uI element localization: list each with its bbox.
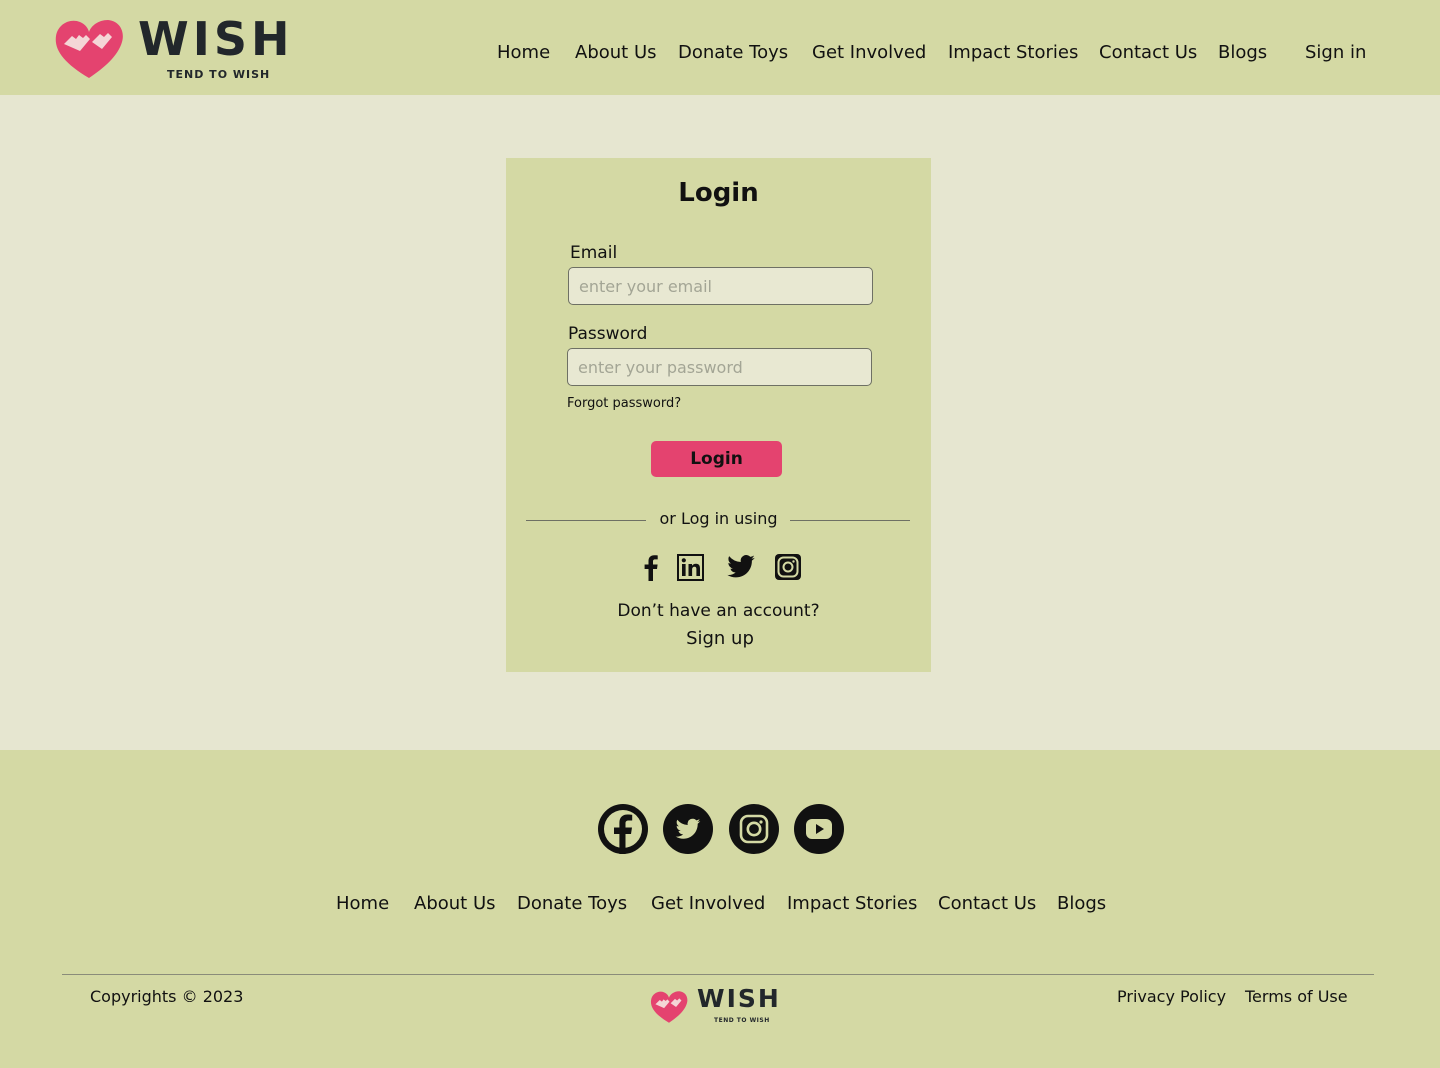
divider-right <box>790 520 910 521</box>
nav-about-us[interactable]: About Us <box>575 42 657 63</box>
password-field[interactable] <box>567 348 872 386</box>
login-button[interactable]: Login <box>651 441 782 477</box>
sign-in-link[interactable]: Sign in <box>1305 42 1366 63</box>
email-field[interactable] <box>568 267 873 305</box>
instagram-icon[interactable] <box>774 553 802 581</box>
footer-divider <box>62 974 1374 975</box>
nav-get-involved[interactable]: Get Involved <box>812 42 926 63</box>
main-nav: Home About Us Donate Toys Get Involved I… <box>0 42 1440 68</box>
instagram-icon[interactable] <box>729 804 779 854</box>
forgot-password-link[interactable]: Forgot password? <box>567 396 681 411</box>
site-footer: Home About Us Donate Toys Get Involved I… <box>0 750 1440 1068</box>
nav-impact-stories[interactable]: Impact Stories <box>948 42 1078 63</box>
privacy-policy-link[interactable]: Privacy Policy <box>1117 987 1226 1006</box>
twitter-icon[interactable] <box>663 804 713 854</box>
login-title: Login <box>678 178 759 208</box>
footer-nav-about-us[interactable]: About Us <box>414 893 496 914</box>
sign-up-link[interactable]: Sign up <box>506 628 934 649</box>
nav-donate-toys[interactable]: Donate Toys <box>678 42 788 63</box>
divider-text: or Log in using <box>659 509 778 528</box>
terms-of-use-link[interactable]: Terms of Use <box>1245 987 1348 1006</box>
no-account-text: Don’t have an account? <box>617 601 820 621</box>
footer-nav-get-involved[interactable]: Get Involved <box>651 893 765 914</box>
password-label: Password <box>568 324 648 344</box>
nav-home[interactable]: Home <box>497 42 550 63</box>
footer-nav-blogs[interactable]: Blogs <box>1057 893 1106 914</box>
footer-nav-home[interactable]: Home <box>336 893 389 914</box>
footer-nav-contact-us[interactable]: Contact Us <box>938 893 1036 914</box>
linkedin-icon[interactable] <box>677 554 704 581</box>
twitter-icon[interactable] <box>725 552 757 582</box>
facebook-icon[interactable] <box>637 553 665 581</box>
footer-nav-impact-stories[interactable]: Impact Stories <box>787 893 917 914</box>
copyright-text: Copyrights © 2023 <box>90 987 244 1006</box>
nav-blogs[interactable]: Blogs <box>1218 42 1267 63</box>
youtube-icon[interactable] <box>794 804 844 854</box>
heart-hands-logo-icon <box>650 991 688 1023</box>
footer-logo-tagline: TEND TO WISH <box>714 1017 770 1024</box>
footer-wish-logo[interactable]: WISH TEND TO WISH <box>650 984 790 1028</box>
facebook-icon[interactable] <box>598 804 648 854</box>
footer-nav: Home About Us Donate Toys Get Involved I… <box>0 893 1440 919</box>
logo-tagline: TEND TO WISH <box>167 68 271 81</box>
nav-contact-us[interactable]: Contact Us <box>1099 42 1197 63</box>
footer-nav-donate-toys[interactable]: Donate Toys <box>517 893 627 914</box>
footer-logo-wordmark: WISH <box>697 984 781 1013</box>
site-header: WISH TEND TO WISH Home About Us Donate T… <box>0 0 1440 95</box>
email-label: Email <box>570 243 618 263</box>
login-card: Login Email Password Forgot password? Lo… <box>506 158 931 672</box>
